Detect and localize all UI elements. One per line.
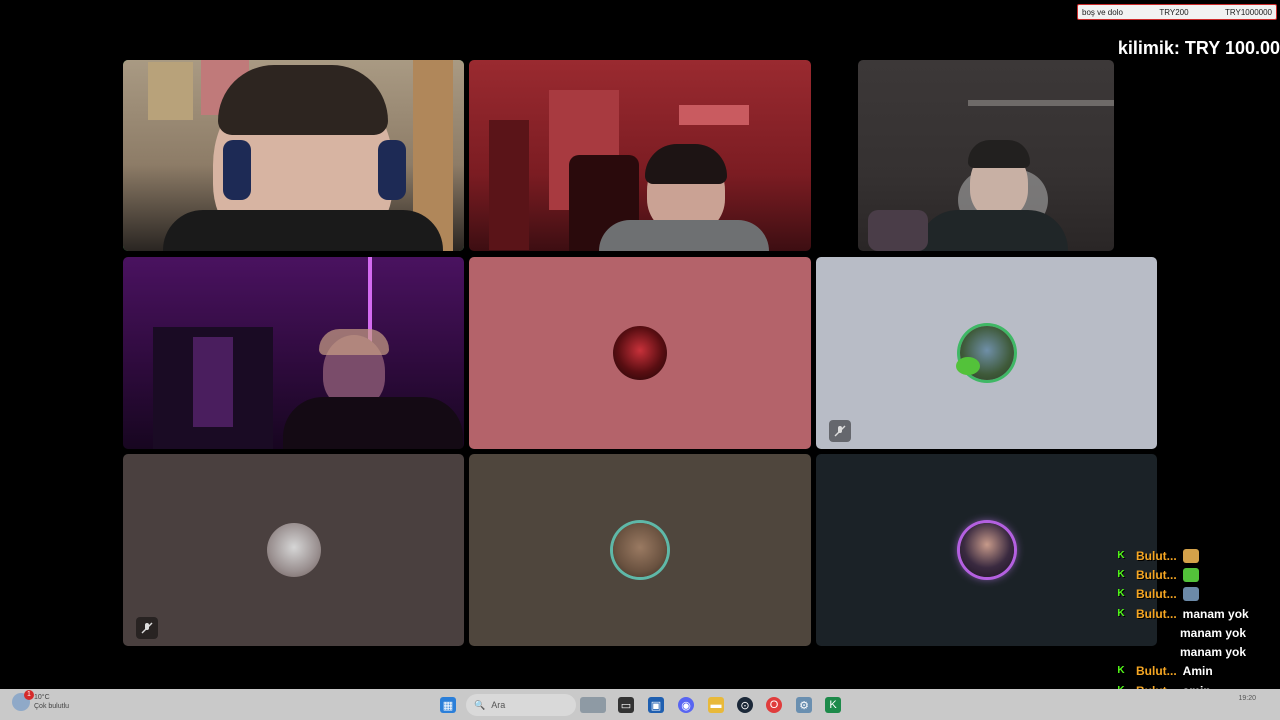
video-tile-cam-3[interactable] [858,60,1114,251]
cloud-icon: 1 [12,690,34,711]
discord-icon[interactable]: ◉ [678,697,694,713]
goal-target: TRY1000000 [1225,7,1272,17]
chat-message: K Bulut... [1114,546,1280,565]
video-tile-cam-2[interactable] [469,60,811,251]
user-avatar [959,523,1014,577]
task-view-icon[interactable]: ▭ [618,697,634,713]
kick-badge-icon: K [1117,665,1125,677]
user-avatar [266,523,321,577]
notification-badge: 1 [24,690,34,700]
kick-app-icon[interactable]: K [825,697,841,713]
chat-username[interactable]: Bulut... [1136,568,1177,582]
mic-muted-icon [829,420,851,442]
video-tile-cam-4[interactable] [123,257,464,449]
chat-message: manam yok [1114,642,1280,661]
emote-icon [1182,548,1199,563]
weather-widget[interactable]: 1 10°C Çok bulutlu [12,690,70,711]
search-placeholder: Ara [491,700,506,710]
video-tile-cam-1[interactable] [123,60,464,251]
video-tile-avatar-1[interactable] [469,257,811,449]
chat-text: manam yok [1180,625,1247,640]
kick-badge-icon: K [1117,607,1125,619]
start-menu-icon[interactable]: ▦ [440,697,456,713]
chat-text: manam yok [1180,645,1247,660]
search-icon: 🔍 [474,699,486,710]
steam-icon[interactable]: ⊙ [737,697,753,713]
taskbar-clock: 19:20 [1238,695,1256,702]
emote-icon [1182,567,1199,582]
kick-badge-icon: K [1117,588,1125,600]
video-tile-avatar-3[interactable] [123,454,464,646]
goal-current: TRY200 [1159,7,1189,17]
donation-alert: kilimik: TRY 100.00 [1117,38,1280,58]
chat-username[interactable]: Bulut... [1136,549,1177,563]
chat-message: manam yok [1114,623,1280,642]
opera-icon[interactable]: O [766,697,782,713]
store-icon[interactable]: ▣ [648,697,664,713]
weather-desc: Çok bulutlu [34,703,70,710]
avatar-decoration-icon [956,357,980,375]
chat-message: K Bulut... manam yok [1114,604,1280,623]
chat-message: K Bulut... Amin [1114,662,1280,681]
weather-temp: 10°C [34,694,50,701]
windows-taskbar: 1 10°C Çok bulutlu ▦ 🔍 Ara ▭ ▣ ◉ ▬ ⊙ O ⚙… [0,689,1280,720]
chat-username[interactable]: Bulut... [1136,664,1177,678]
chat-text: Amin [1182,664,1213,679]
chat-message: K Bulut... [1114,585,1280,604]
video-tile-avatar-2[interactable] [816,257,1157,449]
kick-badge-icon: K [1117,568,1125,580]
goal-label: boş ve dolo [1082,7,1123,17]
mic-muted-icon [136,617,158,639]
user-avatar [613,326,667,380]
chat-username[interactable]: Bulut... [1136,587,1177,601]
chat-text: manam yok [1182,606,1249,621]
user-avatar [613,523,667,577]
chat-message: K Bulut... [1114,565,1280,584]
video-tile-avatar-4[interactable] [469,454,811,646]
taskbar-search-input[interactable]: 🔍 Ara [466,694,576,716]
file-explorer-icon[interactable]: ▬ [708,697,724,713]
widgets-icon[interactable] [580,697,606,713]
settings-icon[interactable]: ⚙ [796,697,812,713]
kick-badge-icon: K [1117,549,1125,561]
chat-username[interactable]: Bulut... [1136,607,1177,621]
emote-icon [1182,587,1199,602]
video-tile-avatar-5[interactable] [816,454,1157,646]
donation-goal-bar: boş ve dolo TRY200 TRY1000000 [1077,4,1277,20]
